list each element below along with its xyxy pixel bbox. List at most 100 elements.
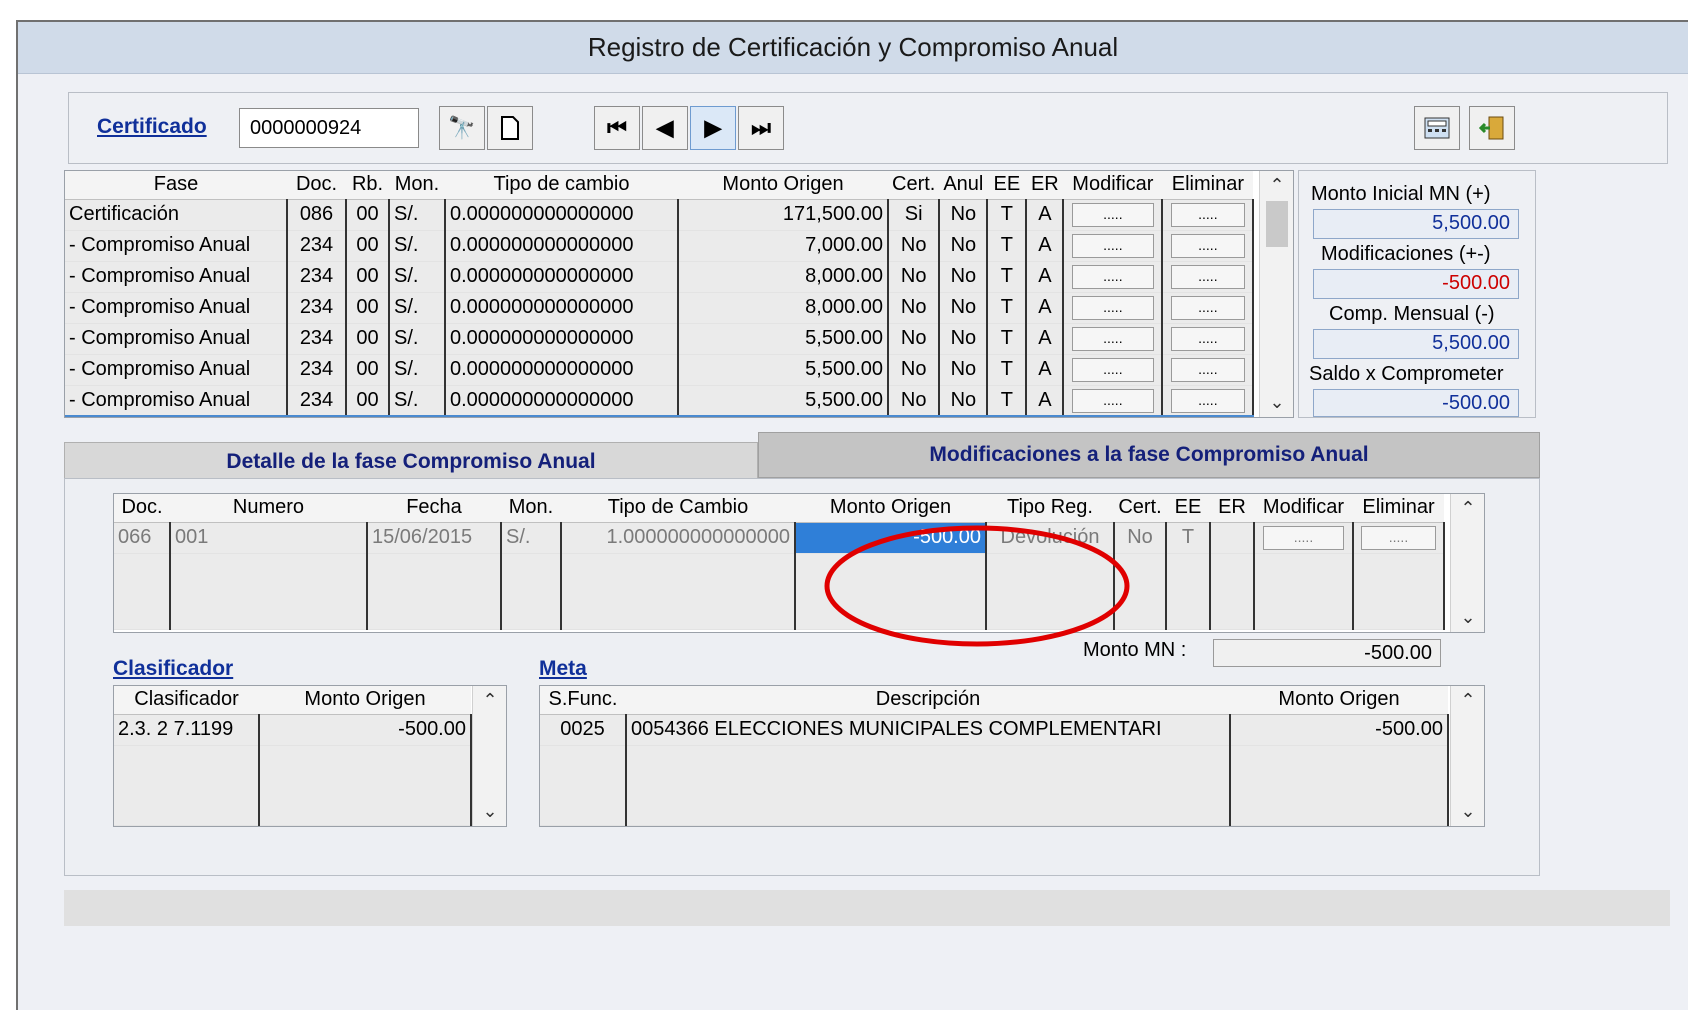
column-header[interactable]: Tipo de Cambio	[561, 494, 795, 523]
chevron-up-icon[interactable]: ⌃	[473, 690, 507, 711]
table-cell[interactable]: S/.	[389, 385, 446, 417]
table-cell[interactable]: -500.00	[1230, 714, 1449, 746]
clasificador-link[interactable]: Clasificador	[113, 657, 233, 681]
row-action-button[interactable]: .....	[1170, 234, 1246, 258]
row-action-button[interactable]: .....	[1071, 296, 1154, 320]
table-cell[interactable]: .....	[1254, 522, 1354, 554]
row-action-button[interactable]: .....	[1170, 296, 1246, 320]
table-cell[interactable]: S/.	[389, 230, 446, 262]
table-cell[interactable]: 00	[346, 354, 390, 386]
table-cell[interactable]: .....	[1063, 230, 1164, 262]
column-header[interactable]: Monto Origen	[795, 494, 986, 523]
table-row[interactable]: 0025 0054366 ELECCIONES MUNICIPALES COMPL…	[540, 714, 1449, 746]
row-action-button[interactable]: .....	[1170, 358, 1246, 382]
calculator-button[interactable]	[1414, 106, 1460, 150]
column-header[interactable]: Modificar	[1254, 494, 1353, 523]
column-header[interactable]: Cert.	[1114, 494, 1166, 523]
table-cell[interactable]: 0.000000000000000	[445, 292, 679, 324]
table-cell[interactable]: .....	[1162, 323, 1255, 355]
table-cell[interactable]: A	[1026, 261, 1065, 293]
column-header[interactable]: ER	[1026, 171, 1064, 200]
table-cell[interactable]: No	[888, 385, 941, 417]
column-header[interactable]: EE	[1166, 494, 1210, 523]
column-header[interactable]: Eliminar	[1162, 171, 1254, 200]
column-header[interactable]: Clasificador	[114, 686, 259, 715]
search-button[interactable]: 🔭	[439, 106, 485, 150]
table-cell[interactable]: - Compromiso Anual	[65, 323, 288, 355]
last-record-button[interactable]: ⏭	[738, 106, 784, 150]
table-cell[interactable]: -500.00	[259, 714, 472, 746]
modifications-scrollbar[interactable]: ⌃ ⌄	[1450, 494, 1484, 632]
table-cell[interactable]: S/.	[389, 292, 446, 324]
row-action-button[interactable]: .....	[1071, 388, 1154, 413]
table-cell[interactable]: No	[939, 292, 989, 324]
scroll-thumb[interactable]	[1266, 201, 1288, 247]
table-cell[interactable]: 00	[346, 385, 390, 417]
table-cell[interactable]: No	[888, 261, 941, 293]
table-cell[interactable]: S/.	[501, 522, 562, 554]
table-cell[interactable]: No	[939, 199, 989, 231]
row-action-button[interactable]: .....	[1361, 526, 1436, 550]
next-record-button[interactable]: ▶	[690, 106, 736, 150]
table-cell[interactable]: - Compromiso Anual	[65, 230, 288, 262]
column-header[interactable]: Monto Origen	[678, 171, 888, 200]
column-header[interactable]: Monto Origen	[1230, 686, 1448, 715]
table-row[interactable]: - Compromiso Anual 234 00 S/. 0.000000000000…	[65, 261, 1255, 293]
table-cell[interactable]: T	[987, 354, 1028, 386]
table-cell[interactable]: 0.000000000000000	[445, 230, 679, 262]
column-header[interactable]: Fecha	[367, 494, 501, 523]
column-header[interactable]: S.Func.	[540, 686, 626, 715]
table-cell[interactable]: 171,500.00	[678, 199, 889, 231]
table-cell[interactable]: A	[1026, 354, 1065, 386]
column-header[interactable]: Anul	[939, 171, 988, 200]
table-cell[interactable]: S/.	[389, 323, 446, 355]
table-cell[interactable]: 0.000000000000000	[445, 354, 679, 386]
table-cell[interactable]: No	[888, 292, 941, 324]
table-cell[interactable]: A	[1026, 199, 1065, 231]
column-header[interactable]: Numero	[170, 494, 367, 523]
column-header[interactable]: Modificar	[1063, 171, 1163, 200]
table-cell[interactable]: T	[987, 323, 1028, 355]
table-cell[interactable]: 00	[346, 292, 390, 324]
row-action-button[interactable]: .....	[1071, 358, 1154, 382]
chevron-down-icon[interactable]: ⌄	[1451, 801, 1485, 822]
table-cell[interactable]: No	[939, 323, 989, 355]
column-header[interactable]: Eliminar	[1353, 494, 1444, 523]
exit-button[interactable]	[1469, 106, 1515, 150]
table-cell[interactable]: .....	[1063, 354, 1164, 386]
table-cell[interactable]: 00	[346, 261, 390, 293]
column-header[interactable]: ER	[1210, 494, 1254, 523]
column-header[interactable]: Mon.	[389, 171, 445, 200]
table-cell[interactable]: T	[987, 292, 1028, 324]
table-cell[interactable]: A	[1026, 230, 1065, 262]
table-row[interactable]: - Compromiso Anual 234 00 S/. 0.000000000000…	[65, 292, 1255, 324]
table-row[interactable]: - Compromiso Anual 234 00 S/. 0.000000000000…	[65, 354, 1255, 386]
row-action-button[interactable]: .....	[1071, 234, 1154, 258]
table-cell[interactable]: 0.000000000000000	[445, 323, 679, 355]
meta-link[interactable]: Meta	[539, 657, 587, 681]
table-cell[interactable]: S/.	[389, 261, 446, 293]
new-button[interactable]	[487, 106, 533, 150]
table-cell[interactable]: S/.	[389, 354, 446, 386]
tab-modificaciones[interactable]: Modificaciones a la fase Compromiso Anua…	[758, 432, 1540, 478]
table-cell[interactable]: 1.000000000000000	[561, 522, 796, 554]
table-row[interactable]: - Compromiso Anual 234 00 S/. 0.000000000000…	[65, 323, 1255, 355]
table-cell[interactable]: .....	[1162, 261, 1255, 293]
table-cell[interactable]: .....	[1063, 261, 1164, 293]
table-cell[interactable]: 2.3. 2 7.1199	[114, 714, 260, 746]
table-cell[interactable]: 234	[287, 230, 347, 262]
table-cell[interactable]: 001	[170, 522, 368, 554]
table-cell[interactable]: 234	[287, 323, 347, 355]
column-header[interactable]: Mon.	[501, 494, 561, 523]
table-cell[interactable]: 15/06/2015	[367, 522, 502, 554]
column-header[interactable]: Doc.	[114, 494, 170, 523]
column-header[interactable]: Fase	[65, 171, 287, 200]
table-cell[interactable]: 234	[287, 261, 347, 293]
table-cell[interactable]: No	[939, 230, 989, 262]
table-cell[interactable]: No	[939, 354, 989, 386]
phases-scrollbar[interactable]: ⌃ ⌄	[1259, 171, 1293, 417]
row-action-button[interactable]: .....	[1170, 388, 1246, 413]
table-cell[interactable]: Si	[888, 199, 941, 231]
table-cell[interactable]: 0025	[540, 714, 627, 746]
table-cell[interactable]: 086	[287, 199, 347, 231]
